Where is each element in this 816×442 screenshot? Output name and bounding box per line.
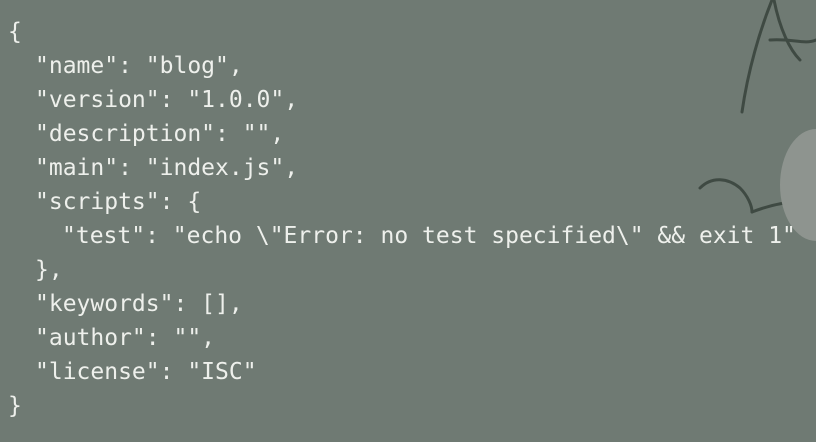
close-brace: }: [8, 393, 22, 419]
main-line: "main": "index.js",: [35, 155, 299, 181]
license-line: "license": "ISC": [35, 359, 257, 385]
description-line: "description": "",: [35, 121, 285, 147]
scripts-line: "scripts": {: [35, 189, 202, 215]
open-brace: {: [8, 19, 22, 45]
name-line: "name": "blog",: [35, 53, 243, 79]
keywords-line: "keywords": [],: [35, 291, 243, 317]
test-script-line: "test": "echo \"Error: no test specified…: [62, 223, 796, 249]
scripts-close-line: },: [35, 257, 63, 283]
package-json-output: { "name": "blog", "version": "1.0.0", "desc…: [8, 15, 796, 423]
author-line: "author": "",: [35, 325, 216, 351]
version-line: "version": "1.0.0",: [35, 87, 299, 113]
